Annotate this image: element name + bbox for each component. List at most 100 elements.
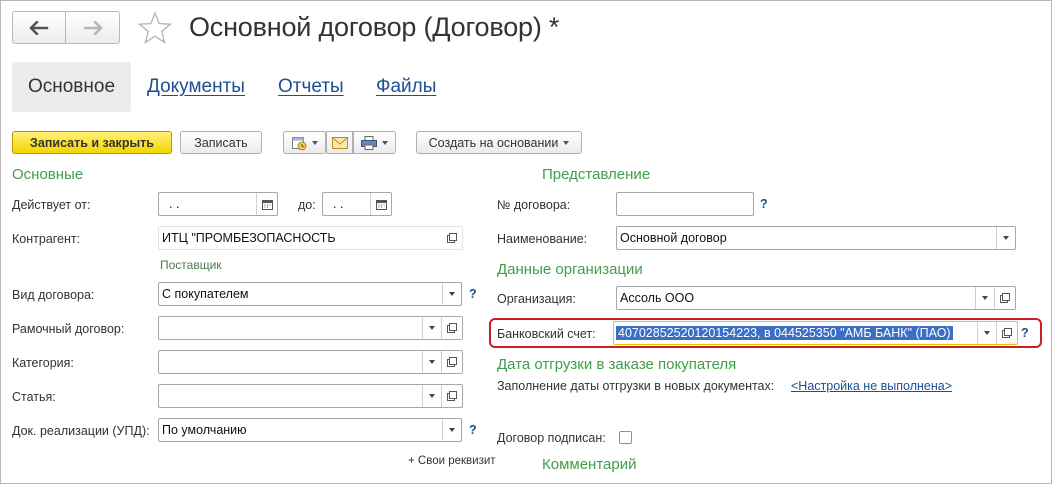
bank-account-field[interactable]: 40702852520120154223, в 044525350 "АМБ Б… [613,321,1018,345]
dropdown-caret-icon [449,292,455,296]
save-and-close-label: Записать и закрыть [30,135,154,150]
bank-account-dropdown[interactable] [977,322,996,344]
create-based-on-label: Создать на основании [428,135,559,150]
star-icon [137,11,173,44]
save-and-close-button[interactable]: Записать и закрыть [12,131,172,154]
back-button[interactable] [12,11,66,44]
contract-type-field[interactable]: С покупателем [158,282,462,306]
envelope-icon [331,136,348,149]
dropdown-caret-icon [382,140,388,145]
name-field[interactable]: Основной договор [616,226,1016,250]
article-dropdown[interactable] [422,385,441,407]
dropdown-caret-icon [449,428,455,432]
help-contract-type-icon[interactable]: ? [469,287,477,301]
dropdown-caret-icon [429,394,435,398]
forward-arrow-icon [83,20,102,35]
calendar-icon [261,199,273,210]
article-field[interactable] [158,384,463,408]
open-category-button[interactable] [441,351,462,373]
name-label: Наименование: [497,232,588,246]
contract-signed-label: Договор подписан: [497,431,606,445]
upd-dropdown[interactable] [442,419,461,441]
contract-no-label: № договора: [497,198,571,212]
dropdown-caret-icon [982,296,988,300]
section-org-title: Данные организации [497,261,643,278]
contract-type-value: С покупателем [162,287,249,301]
help-upd-icon[interactable]: ? [469,423,477,437]
bank-account-value: 40702852520120154223, в 044525350 "АМБ Б… [616,326,953,340]
frame-contract-field[interactable] [158,316,463,340]
section-comment-title: Комментарий [542,456,637,473]
contract-no-field[interactable] [616,192,754,216]
send-email-button[interactable] [326,131,353,154]
printer-icon [361,135,377,150]
open-counterparty-button[interactable] [441,227,462,249]
tab-documents[interactable]: Документы [147,76,245,98]
open-article-button[interactable] [441,385,462,407]
open-form-icon [1002,328,1012,338]
counterparty-label: Контрагент: [12,232,81,246]
print-button[interactable] [353,131,396,154]
frame-contract-dropdown[interactable] [422,317,441,339]
save-button[interactable]: Записать [180,131,262,154]
help-bank-account-icon[interactable]: ? [1021,326,1029,340]
bank-account-label: Банковский счет: [497,327,596,341]
valid-from-label: Действует от: [12,198,91,212]
valid-from-value: . . [169,197,180,211]
counterparty-value: ИТЦ "ПРОМБЕЗОПАСНОСТЬ [162,231,336,245]
organization-field[interactable]: Ассоль ООО [616,286,1016,310]
upd-label: Док. реализации (УПД): [12,424,150,438]
open-form-icon [446,233,457,243]
contract-type-label: Вид договора: [12,288,95,302]
tab-main[interactable]: Основное [12,62,131,112]
upd-field[interactable]: По умолчанию [158,418,462,442]
save-label: Записать [194,135,248,150]
open-form-icon [1000,293,1010,303]
dropdown-caret-icon [984,331,990,335]
frame-contract-label: Рамочный договор: [12,322,125,336]
upd-value: По умолчанию [162,423,247,437]
valid-from-field[interactable]: . . [158,192,278,216]
section-presentation-title: Представление [542,166,651,183]
counterparty-type-hint: Поставщик [160,258,222,272]
name-value: Основной договор [620,231,727,245]
tab-reports[interactable]: Отчеты [278,76,344,98]
calendar-button[interactable] [256,193,277,215]
contract-type-dropdown[interactable] [442,283,461,305]
category-field[interactable] [158,350,463,374]
forward-button[interactable] [66,11,120,44]
back-arrow-icon [29,20,49,35]
organization-dropdown[interactable] [975,287,994,309]
page-title: Основной договор (Договор) * [189,12,560,42]
open-frame-contract-button[interactable] [441,317,462,339]
valid-to-field[interactable]: . . [322,192,392,216]
organization-label: Организация: [497,292,576,306]
dropdown-caret-icon [429,326,435,330]
open-organization-button[interactable] [994,287,1015,309]
open-form-icon [447,357,457,367]
dropdown-caret-icon [563,140,570,145]
create-based-on-button[interactable]: Создать на основании [416,131,582,154]
dropdown-caret-icon [1003,236,1009,240]
category-label: Категория: [12,356,74,370]
help-contract-no-icon[interactable]: ? [760,197,768,211]
dropdown-caret-icon [312,140,318,145]
tab-files[interactable]: Файлы [376,76,436,98]
favorite-star-button[interactable] [137,11,173,48]
name-dropdown[interactable] [996,227,1015,249]
shipment-fill-label: Заполнение даты отгрузки в новых докумен… [497,379,775,393]
tab-main-label: Основное [27,76,116,97]
contract-signed-checkbox[interactable] [619,431,632,444]
category-dropdown[interactable] [422,351,441,373]
calendar-clock-icon [292,136,307,150]
open-bank-account-button[interactable] [996,322,1017,344]
bank-account-value-wrap: 40702852520120154223, в 044525350 "АМБ Б… [614,326,977,340]
open-form-icon [447,323,457,333]
custom-props-link[interactable]: + Свои реквизит [408,455,496,467]
shipment-settings-link[interactable]: <Настройка не выполнена> [791,379,952,393]
calendar-button[interactable] [370,193,391,215]
valid-to-value: . . [333,197,344,211]
open-form-icon [447,391,457,401]
counterparty-field[interactable]: ИТЦ "ПРОМБЕЗОПАСНОСТЬ [158,226,463,250]
attach-schedule-button[interactable] [283,131,326,154]
